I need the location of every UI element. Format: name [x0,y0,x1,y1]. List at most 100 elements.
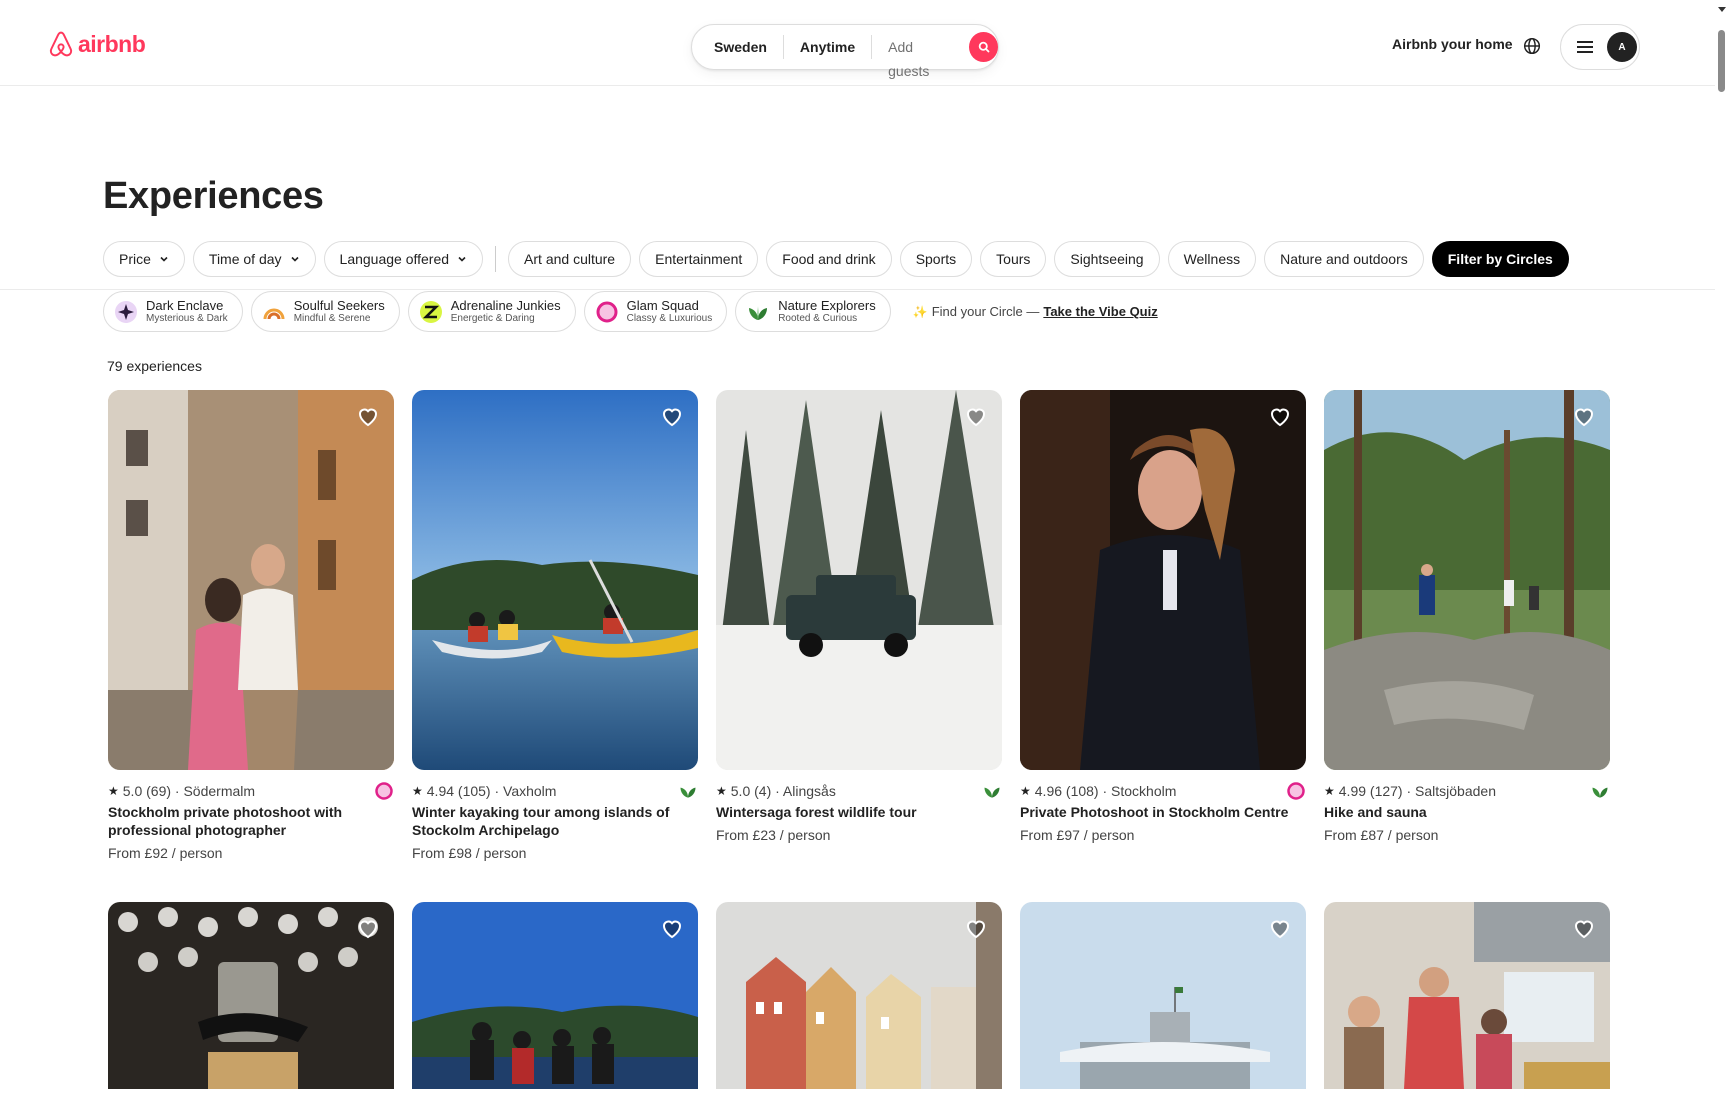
card-photo [716,902,1002,1089]
card-image[interactable] [716,390,1002,770]
circle-text: Dark Enclave Mysterious & Dark [146,298,228,324]
card-meta: ★ 4.96 (108) · Stockholm [1020,781,1306,801]
category-tours[interactable]: Tours [980,241,1047,277]
search-dates[interactable]: Anytime [784,35,873,59]
card-photo [412,902,698,1089]
heart-icon[interactable] [660,404,684,428]
filter-by-circles-button[interactable]: Filter by Circles [1431,241,1569,277]
card-image[interactable] [1324,390,1610,770]
filter-bar: Price Time of day Language offered Art a… [103,241,1569,277]
search-bar[interactable]: Sweden Anytime Add guests [691,24,999,79]
circle-glam-squad[interactable]: Glam Squad Classy & Luxurious [583,291,728,332]
card-title[interactable]: Hike and sauna [1324,803,1610,821]
circle-subtitle: Rooted & Curious [778,313,858,325]
circle-subtitle: Classy & Luxurious [626,313,713,325]
category-sightseeing[interactable]: Sightseeing [1054,241,1160,277]
card-title[interactable]: Wintersaga forest wildlife tour [716,803,1002,821]
heart-icon[interactable] [964,916,988,940]
vibe-quiz-link[interactable]: Take the Vibe Quiz [1043,304,1157,319]
rating-text: 4.99 (127) · Saltsjöbaden [1338,783,1496,799]
rainbow-icon [262,300,286,324]
circle-name: Soulful Seekers [293,297,385,313]
airbnb-logo[interactable]: airbnb [48,30,146,58]
circle-adrenaline-junkies[interactable]: Adrenaline Junkies Energetic & Daring [407,291,576,332]
circle-nature-explorers[interactable]: Nature Explorers Rooted & Curious [735,291,891,332]
circle-name: Glam Squad [626,297,699,313]
airbnb-your-home-link[interactable]: Airbnb your home [1392,36,1513,52]
heart-icon[interactable] [356,916,380,940]
circle-soulful-seekers[interactable]: Soulful Seekers Mindful & Serene [250,291,400,332]
circle-dark-enclave[interactable]: Dark Enclave Mysterious & Dark [103,291,243,332]
rating-row: ★ 5.0 (69) · Södermalm [108,783,255,799]
quiz-prefix: Find your Circle — [931,304,1040,319]
card-image[interactable] [1324,902,1610,1089]
card-image[interactable] [1020,390,1306,770]
category-food-and-drink[interactable]: Food and drink [766,241,892,277]
filter-time-of-day[interactable]: Time of day [192,241,316,277]
experience-card[interactable]: ★ 5.0 (69) · Södermalm Stockholm private … [108,390,394,861]
leaf-icon [746,300,770,324]
card-image[interactable] [108,902,394,1089]
card-image[interactable] [1020,902,1306,1089]
heart-icon[interactable] [356,404,380,428]
rating-row: ★ 4.96 (108) · Stockholm [1020,783,1176,799]
experience-card[interactable]: ★ 4.94 (105) · Vaxholm Winter kayaking to… [412,390,698,861]
filter-language[interactable]: Language offered [323,241,484,277]
chevron-down-icon [458,256,466,262]
experience-card[interactable] [108,902,394,1089]
heart-icon[interactable] [1572,916,1596,940]
search-guests[interactable]: Add guests [872,35,967,79]
heart-icon[interactable] [660,916,684,940]
scrollbar-thumb[interactable] [1718,30,1725,92]
heart-icon[interactable] [1572,404,1596,428]
card-photo [1324,902,1610,1089]
experience-card[interactable] [1324,902,1610,1089]
experience-card[interactable]: ★ 4.96 (108) · Stockholm Private Photosho… [1020,390,1306,843]
experience-card[interactable]: ★ 4.99 (127) · Saltsjöbaden Hike and saun… [1324,390,1610,843]
card-image[interactable] [108,390,394,770]
heart-icon[interactable] [1268,916,1292,940]
top-header: airbnb Sweden Anytime Add guests Airbnb … [0,0,1728,86]
category-art-and-culture[interactable]: Art and culture [508,241,632,277]
chevron-down-icon [290,256,299,262]
category-nature-and-outdoors[interactable]: Nature and outdoors [1264,241,1424,277]
category-wellness[interactable]: Wellness [1167,241,1257,277]
category-entertainment[interactable]: Entertainment [639,241,759,277]
search-button[interactable] [969,32,998,62]
rating-row: ★ 4.99 (127) · Saltsjöbaden [1324,783,1496,799]
card-title[interactable]: Stockholm private photoshoot with profes… [108,803,394,839]
card-image[interactable] [716,902,1002,1089]
experience-card[interactable]: ★ 5.0 (4) · Alingsås Wintersaga forest wi… [716,390,1002,843]
circle-subtitle: Mindful & Serene [293,313,371,325]
star-icon: ★ [108,784,119,798]
rating-row: ★ 5.0 (4) · Alingsås [716,783,836,799]
heart-icon[interactable] [964,404,988,428]
experience-card[interactable] [1020,902,1306,1089]
card-meta: ★ 4.99 (127) · Saltsjöbaden [1324,781,1610,801]
card-price: From £87 / person [1324,827,1439,843]
experience-card[interactable] [412,902,698,1089]
rating-text: 4.96 (108) · Stockholm [1034,783,1177,799]
scroll-up-arrow-icon[interactable] [1718,7,1726,12]
filter-price[interactable]: Price [103,241,185,277]
sparkle-icon: ✨ [912,304,928,319]
card-image[interactable] [412,902,698,1089]
circles-bar: Dark Enclave Mysterious & Dark Soulful Se… [103,291,1158,332]
chip-label: Language offered [339,251,450,267]
card-title[interactable]: Winter kayaking tour among islands of St… [412,803,698,839]
circle-text: Soulful Seekers Mindful & Serene [293,297,385,325]
card-title[interactable]: Private Photoshoot in Stockholm Centre [1020,803,1306,821]
scrollbar-track[interactable] [1715,0,1728,1117]
search-location[interactable]: Sweden [714,35,784,59]
airbnb-logo-icon [49,31,73,57]
card-image[interactable] [412,390,698,770]
page-title: Experiences [103,175,324,217]
category-sports[interactable]: Sports [899,241,973,277]
user-menu-button[interactable]: A [1560,24,1640,70]
circle-name: Nature Explorers [778,297,876,313]
experience-card[interactable] [716,902,1002,1089]
avatar: A [1607,32,1637,62]
heart-icon[interactable] [1268,404,1292,428]
globe-icon[interactable] [1523,37,1541,55]
results-count: 79 experiences [107,358,202,374]
